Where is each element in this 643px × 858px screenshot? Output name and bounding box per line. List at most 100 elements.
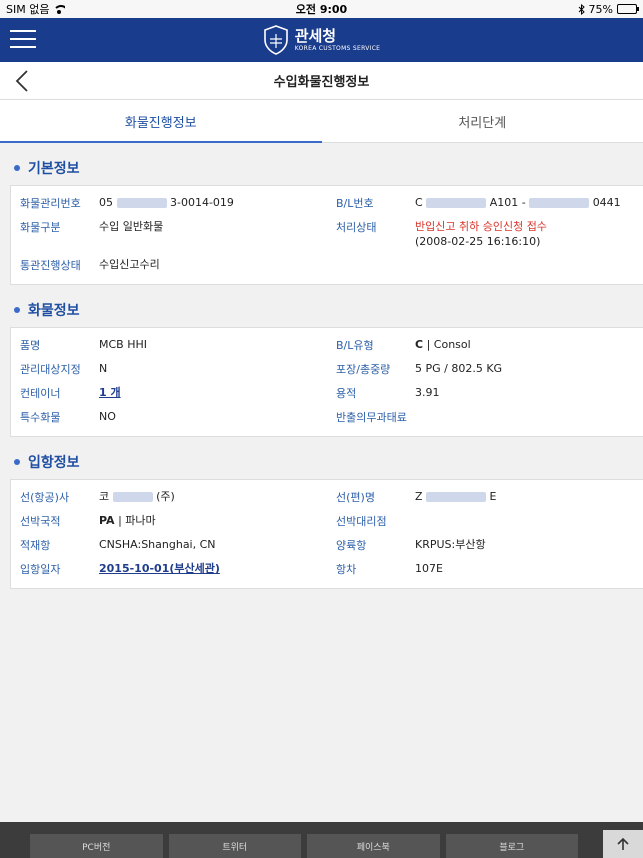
- bl-type-code: C: [415, 338, 424, 351]
- info-row: 화물구분 수입 일반화물 처리상태 반입신고 취하 승인신청 접수 (2008-…: [11, 215, 643, 249]
- loading-cell: 적재항 CNSHA:Shanghai, CN: [11, 533, 327, 553]
- battery-icon: [616, 4, 639, 14]
- back-button[interactable]: [10, 69, 34, 93]
- vessel-suffix: E: [489, 490, 497, 503]
- customs-logo[interactable]: 관세청 KOREA CUSTOMS SERVICE: [263, 25, 381, 55]
- hamburger-line: [10, 46, 36, 48]
- process-status-cell: 처리상태 반입신고 취하 승인신청 접수 (2008-02-25 16:16:1…: [327, 215, 643, 249]
- process-status-label: 처리상태: [336, 221, 377, 234]
- vessel-label: 선(편)명: [336, 491, 375, 504]
- facebook-link[interactable]: 페이스북: [307, 834, 440, 858]
- shield-emblem-icon: [263, 25, 288, 55]
- status-time: 오전 9:00: [295, 3, 348, 16]
- loading-label: 적재항: [20, 539, 51, 552]
- carrier-cell: 선(항공)사 코 (주): [11, 485, 327, 505]
- org-name-en: KOREA CUSTOMS SERVICE: [294, 44, 381, 52]
- cargo-no-value: 05 3-0014-019: [99, 195, 234, 211]
- org-name-ko: 관세청: [294, 26, 337, 45]
- basic-info-section: 기본정보 화물관리번호 05 3-0014-019 B/L번호 C A101 -…: [0, 151, 643, 285]
- info-row: 품명 MCB HHI B/L유형 C | Consol: [11, 333, 643, 357]
- carrier-suffix: (주): [156, 490, 175, 503]
- cargo-info-title: 화물정보: [28, 303, 80, 319]
- bl-type-cell: B/L유형 C | Consol: [327, 333, 643, 353]
- section-title: 기본정보: [0, 151, 643, 185]
- cargo-no-prefix: 05: [99, 196, 113, 209]
- pkg-label: 포장/총중량: [336, 363, 391, 376]
- cargo-no-label: 화물관리번호: [20, 197, 81, 210]
- entry-info-section: 입항정보 선(항공)사 코 (주) 선(편)명 Z E 선박국적 PA | 파나…: [0, 445, 643, 589]
- basic-info-panel: 화물관리번호 05 3-0014-019 B/L번호 C A101 - 0441: [10, 185, 643, 285]
- nationality-value: PA | 파나마: [99, 513, 156, 529]
- nationality-cell: 선박국적 PA | 파나마: [11, 509, 327, 529]
- managed-value: N: [99, 362, 108, 375]
- voyage-label: 항차: [336, 563, 357, 576]
- bullet-icon: [14, 307, 20, 313]
- unloading-cell: 양륙항 KRPUS:부산항: [327, 533, 643, 553]
- voyage-cell: 항차 107E: [327, 557, 643, 577]
- process-status-text: 반입신고 취하 승인신청 접수: [415, 220, 547, 233]
- obligation-label: 반출의무과태료: [336, 411, 407, 424]
- blog-link[interactable]: 블로그: [445, 834, 578, 858]
- redacted-mask: [426, 198, 487, 208]
- footer-links: PC버전 트위터 페이스북 블로그: [30, 834, 578, 858]
- twitter-link[interactable]: 트위터: [168, 834, 301, 858]
- basic-info-title: 기본정보: [28, 161, 80, 177]
- bl-type-label: B/L유형: [336, 339, 374, 352]
- bullet-icon: [14, 459, 20, 465]
- status-left: SIM 없음: [6, 1, 66, 17]
- pc-version-link[interactable]: PC버전: [30, 834, 163, 858]
- nationality-label: 선박국적: [20, 515, 61, 528]
- hamburger-line: [10, 30, 36, 32]
- cargo-no-suffix: 3-0014-019: [170, 196, 234, 209]
- clearance-label: 통관진행상태: [20, 259, 81, 272]
- obligation-cell: 반출의무과태료: [327, 405, 643, 425]
- volume-value: 3.91: [415, 386, 440, 399]
- bl-no-suffix: 0441: [592, 196, 621, 209]
- redacted-mask: [426, 492, 487, 502]
- bl-no-label: B/L번호: [336, 197, 374, 210]
- section-title: 입항정보: [0, 445, 643, 479]
- tab-process-steps[interactable]: 처리단계: [322, 100, 643, 142]
- volume-label: 용적: [336, 387, 357, 400]
- loading-value: CNSHA:Shanghai, CN: [99, 538, 216, 551]
- entry-date-cell: 입항일자 2015-10-01(부산세관): [11, 557, 327, 577]
- page-header: 수입화물진행정보: [0, 62, 643, 100]
- agent-cell: 선박대리점: [327, 509, 643, 529]
- redacted-mask: [112, 492, 153, 502]
- carrier-value: 코 (주): [99, 489, 175, 505]
- special-label: 특수화물: [20, 411, 61, 424]
- status-right: 75%: [578, 3, 639, 16]
- bullet-icon: [14, 165, 20, 171]
- status-bar: SIM 없음 오전 9:00 75%: [0, 0, 643, 18]
- entry-info-panel: 선(항공)사 코 (주) 선(편)명 Z E 선박국적 PA | 파나마 선박대…: [10, 479, 643, 589]
- info-row: 화물관리번호 05 3-0014-019 B/L번호 C A101 - 0441: [11, 191, 643, 215]
- bl-no-value: C A101 - 0441: [415, 195, 621, 211]
- volume-cell: 용적 3.91: [327, 381, 643, 401]
- cargo-type-cell: 화물구분 수입 일반화물: [11, 215, 327, 235]
- nationality-name: | 파나마: [118, 514, 156, 527]
- bl-no-cell: B/L번호 C A101 - 0441: [327, 191, 643, 211]
- clearance-value: 수입신고수리: [99, 258, 160, 271]
- cargo-info-panel: 품명 MCB HHI B/L유형 C | Consol 관리대상지정 N 포장/…: [10, 327, 643, 437]
- cargo-info-section: 화물정보 품명 MCB HHI B/L유형 C | Consol 관리대상지정 …: [0, 293, 643, 437]
- managed-label: 관리대상지정: [20, 363, 81, 376]
- bl-type-value: C | Consol: [415, 337, 471, 353]
- process-status-value: 반입신고 취하 승인신청 접수 (2008-02-25 16:16:10): [415, 219, 547, 249]
- clearance-cell: 통관진행상태 수입신고수리: [11, 253, 327, 273]
- bl-type-name: | Consol: [426, 338, 471, 351]
- tab-cargo-progress[interactable]: 화물진행정보: [0, 100, 322, 143]
- page-title: 수입화물진행정보: [273, 75, 370, 90]
- carrier-label: 선(항공)사: [20, 491, 70, 504]
- pkg-value: 5 PG / 802.5 KG: [415, 362, 503, 375]
- cargo-type-label: 화물구분: [20, 221, 61, 234]
- redacted-mask: [529, 198, 590, 208]
- chevron-left-icon: [15, 70, 28, 92]
- scroll-top-button[interactable]: [603, 830, 643, 858]
- info-row: 관리대상지정 N 포장/총중량 5 PG / 802.5 KG: [11, 357, 643, 381]
- entry-date-link[interactable]: 2015-10-01(부산세관): [99, 561, 220, 577]
- container-link[interactable]: 1 개: [99, 385, 121, 401]
- bl-no-mid: A101 -: [489, 196, 526, 209]
- vessel-prefix: Z: [415, 490, 423, 503]
- menu-button[interactable]: [10, 26, 36, 52]
- agent-label: 선박대리점: [336, 515, 387, 528]
